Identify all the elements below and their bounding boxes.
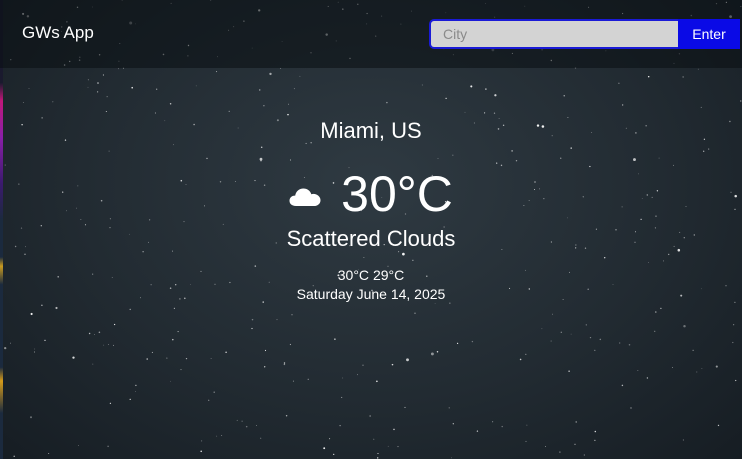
enter-button[interactable]: Enter bbox=[678, 19, 740, 49]
city-search-form: Enter bbox=[429, 19, 740, 49]
high-low-temperature: 30°C 29°C bbox=[0, 267, 742, 283]
location-label: Miami, US bbox=[320, 118, 422, 143]
low-temperature: 29°C bbox=[372, 267, 405, 283]
app-brand[interactable]: GWs App bbox=[22, 23, 94, 43]
current-temperature: 30°C bbox=[341, 166, 453, 222]
weather-condition: Scattered Clouds bbox=[286, 226, 456, 251]
date-label: Saturday June 14, 2025 bbox=[296, 286, 446, 302]
city-search-input[interactable] bbox=[429, 19, 678, 49]
high-temperature: 30°C bbox=[337, 267, 370, 283]
cloud-icon bbox=[289, 188, 321, 206]
navbar: GWs App Enter bbox=[0, 0, 742, 68]
temperature-row: 30°C bbox=[0, 165, 742, 223]
